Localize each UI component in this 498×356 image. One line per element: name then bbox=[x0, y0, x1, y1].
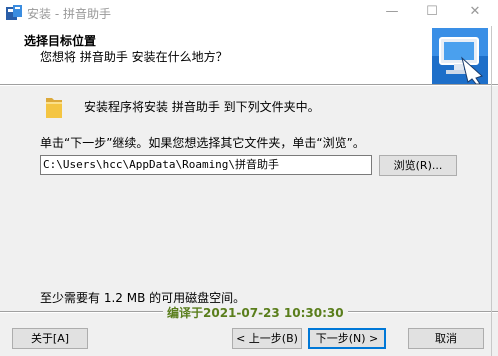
maximize-button[interactable]: ☐ bbox=[412, 0, 452, 26]
browse-button[interactable]: 浏览(R)... bbox=[379, 155, 457, 176]
folder-icon bbox=[46, 98, 62, 118]
cancel-button[interactable]: 取消 bbox=[408, 328, 484, 349]
minimize-button[interactable]: — bbox=[372, 0, 412, 26]
wizard-computer-icon bbox=[432, 28, 488, 84]
compiled-timestamp: 编译于2021-07-23 10:30:30 bbox=[163, 304, 348, 321]
install-message: 安装程序将安装 拼音助手 到下列文件夹中。 bbox=[84, 100, 320, 114]
close-button[interactable]: ✕ bbox=[455, 0, 495, 26]
about-button[interactable]: 关于[A] bbox=[12, 328, 88, 349]
title-bar: 安装 - 拼音助手 — ☐ ✕ bbox=[0, 0, 498, 26]
instructions-text: 单击“下一步”继续。如果您想选择其它文件夹，单击“浏览”。 bbox=[40, 136, 365, 150]
wizard-header: 选择目标位置 您想将 拼音助手 安装在什么地方？ bbox=[0, 26, 498, 84]
app-icon bbox=[6, 5, 22, 20]
next-button[interactable]: 下一步(N) > bbox=[308, 328, 386, 349]
page-title: 选择目标位置 bbox=[24, 34, 97, 48]
back-button[interactable]: < 上一步(B) bbox=[232, 328, 302, 349]
install-path-input[interactable]: C:\Users\hcc\AppData\Roaming\拼音助手 bbox=[40, 155, 372, 175]
window-title: 安装 - 拼音助手 bbox=[27, 7, 111, 21]
page-subtitle: 您想将 拼音助手 安装在什么地方？ bbox=[40, 50, 228, 64]
